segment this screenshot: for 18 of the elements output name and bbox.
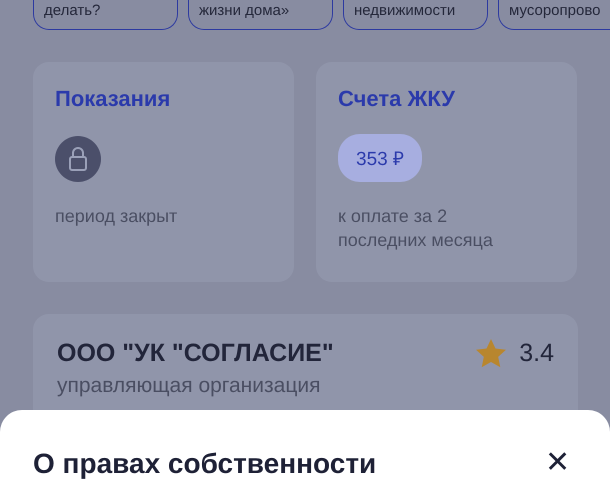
star-icon [475, 338, 508, 368]
topic-chip[interactable]: недвижимости [343, 0, 488, 30]
lock-icon [55, 136, 101, 182]
info-card[interactable]: Счета ЖКУ 353 ₽ к оплате за 2 последних месяца [316, 62, 577, 282]
info-card[interactable]: Показания период закрыт [33, 62, 294, 282]
topic-chip[interactable]: делать? [33, 0, 178, 30]
card-caption: период закрыт [55, 205, 178, 228]
company-role: управляющая организация [57, 374, 322, 398]
close-button[interactable]: ✕ [545, 448, 570, 478]
card-title: Счета ЖКУ [338, 86, 456, 112]
amount-badge: 353 ₽ [338, 134, 422, 182]
topic-chip[interactable]: мусоропрово [498, 0, 610, 30]
company-name: ООО "УК "СОГЛАСИЕ" [57, 338, 334, 368]
rating-value: 3.4 [519, 338, 554, 368]
topic-chip[interactable]: жизни дома» [188, 0, 333, 30]
card-title: Показания [55, 86, 172, 112]
sheet-title: О правах собственности [33, 448, 376, 480]
card-caption: к оплате за 2 последних месяца [338, 205, 494, 252]
